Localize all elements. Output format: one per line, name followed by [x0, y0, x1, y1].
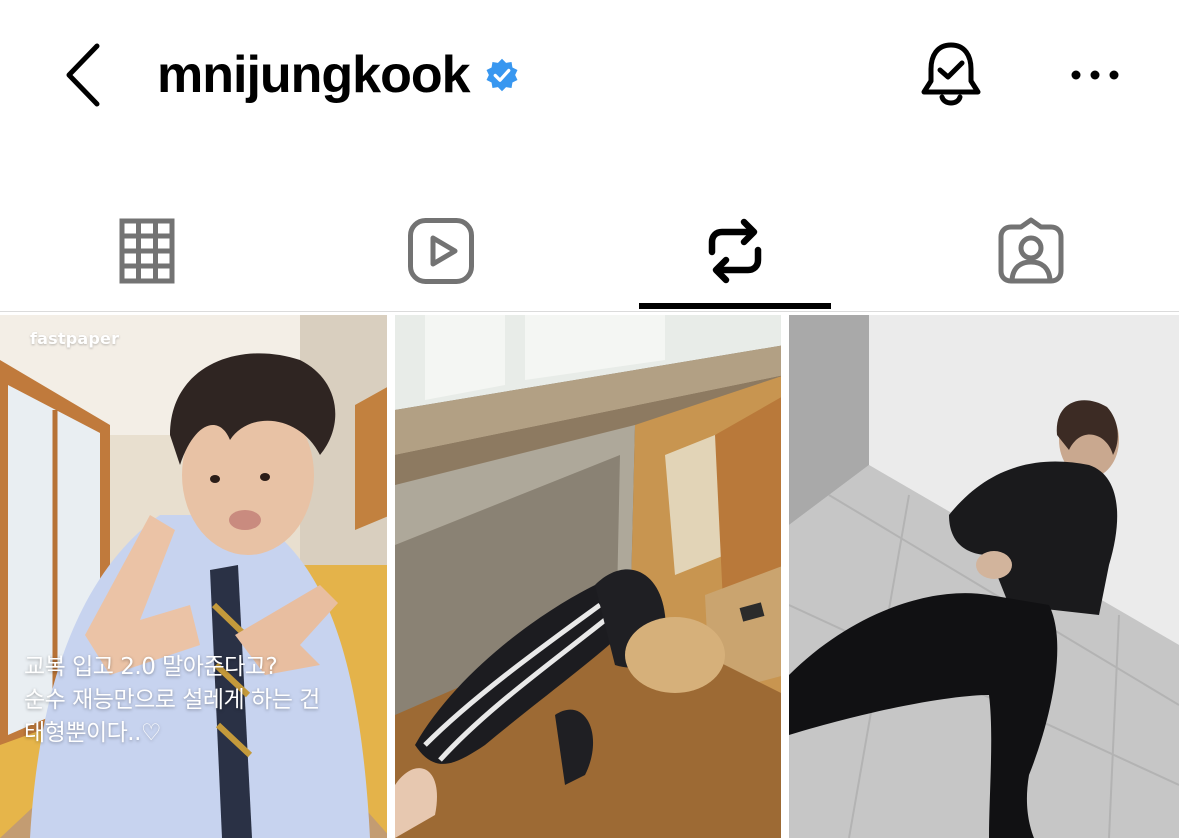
chevron-left-icon	[66, 43, 100, 107]
tab-posts[interactable]	[49, 190, 244, 312]
post-caption: 교복 입고 2.0 말아준다고? 순수 재능만으로 설레게 하는 건 태형뿐이다…	[24, 651, 391, 750]
more-horizontal-icon	[1071, 70, 1119, 80]
caption-line: 교복 입고 2.0 말아준다고?	[24, 654, 278, 680]
tagged-person-icon	[998, 217, 1063, 284]
post-thumbnail-image	[395, 315, 785, 838]
tab-tagged[interactable]	[933, 190, 1128, 312]
repost-grid: fastpaper 교복 입고 2.0 말아준다고? 순수 재능만으로 설레게 …	[0, 315, 1179, 838]
watermark: fastpaper	[30, 329, 120, 348]
caption-line: 순수 재능만으로 설레게 하는 건	[24, 687, 320, 713]
bell-check-icon	[921, 42, 981, 106]
back-button[interactable]	[60, 40, 106, 110]
active-tab-indicator	[639, 303, 831, 309]
grid-gutter	[781, 315, 785, 838]
post-thumbnail-image	[789, 315, 1179, 838]
verified-badge-icon	[484, 57, 520, 93]
tab-reels[interactable]	[343, 190, 538, 312]
more-options-button[interactable]	[1064, 55, 1126, 95]
profile-tabs	[0, 190, 1179, 312]
grid-post-3[interactable]	[789, 315, 1179, 838]
grid-post-1[interactable]: fastpaper 교복 입고 2.0 말아준다고? 순수 재능만으로 설레게 …	[0, 315, 391, 838]
grid-post-2[interactable]	[395, 315, 785, 838]
grid-gutter	[387, 315, 391, 838]
profile-header: mnijungkook	[0, 0, 1179, 150]
tab-reposts[interactable]	[637, 190, 832, 312]
caption-line: 태형뿐이다..♡	[24, 720, 162, 746]
grid-icon	[119, 218, 174, 284]
notifications-button[interactable]	[918, 38, 984, 112]
post-thumbnail-image	[0, 315, 391, 838]
profile-title: mnijungkook	[157, 40, 520, 110]
repost-icon	[708, 218, 761, 284]
reels-play-icon	[407, 218, 474, 284]
username: mnijungkook	[157, 46, 471, 104]
